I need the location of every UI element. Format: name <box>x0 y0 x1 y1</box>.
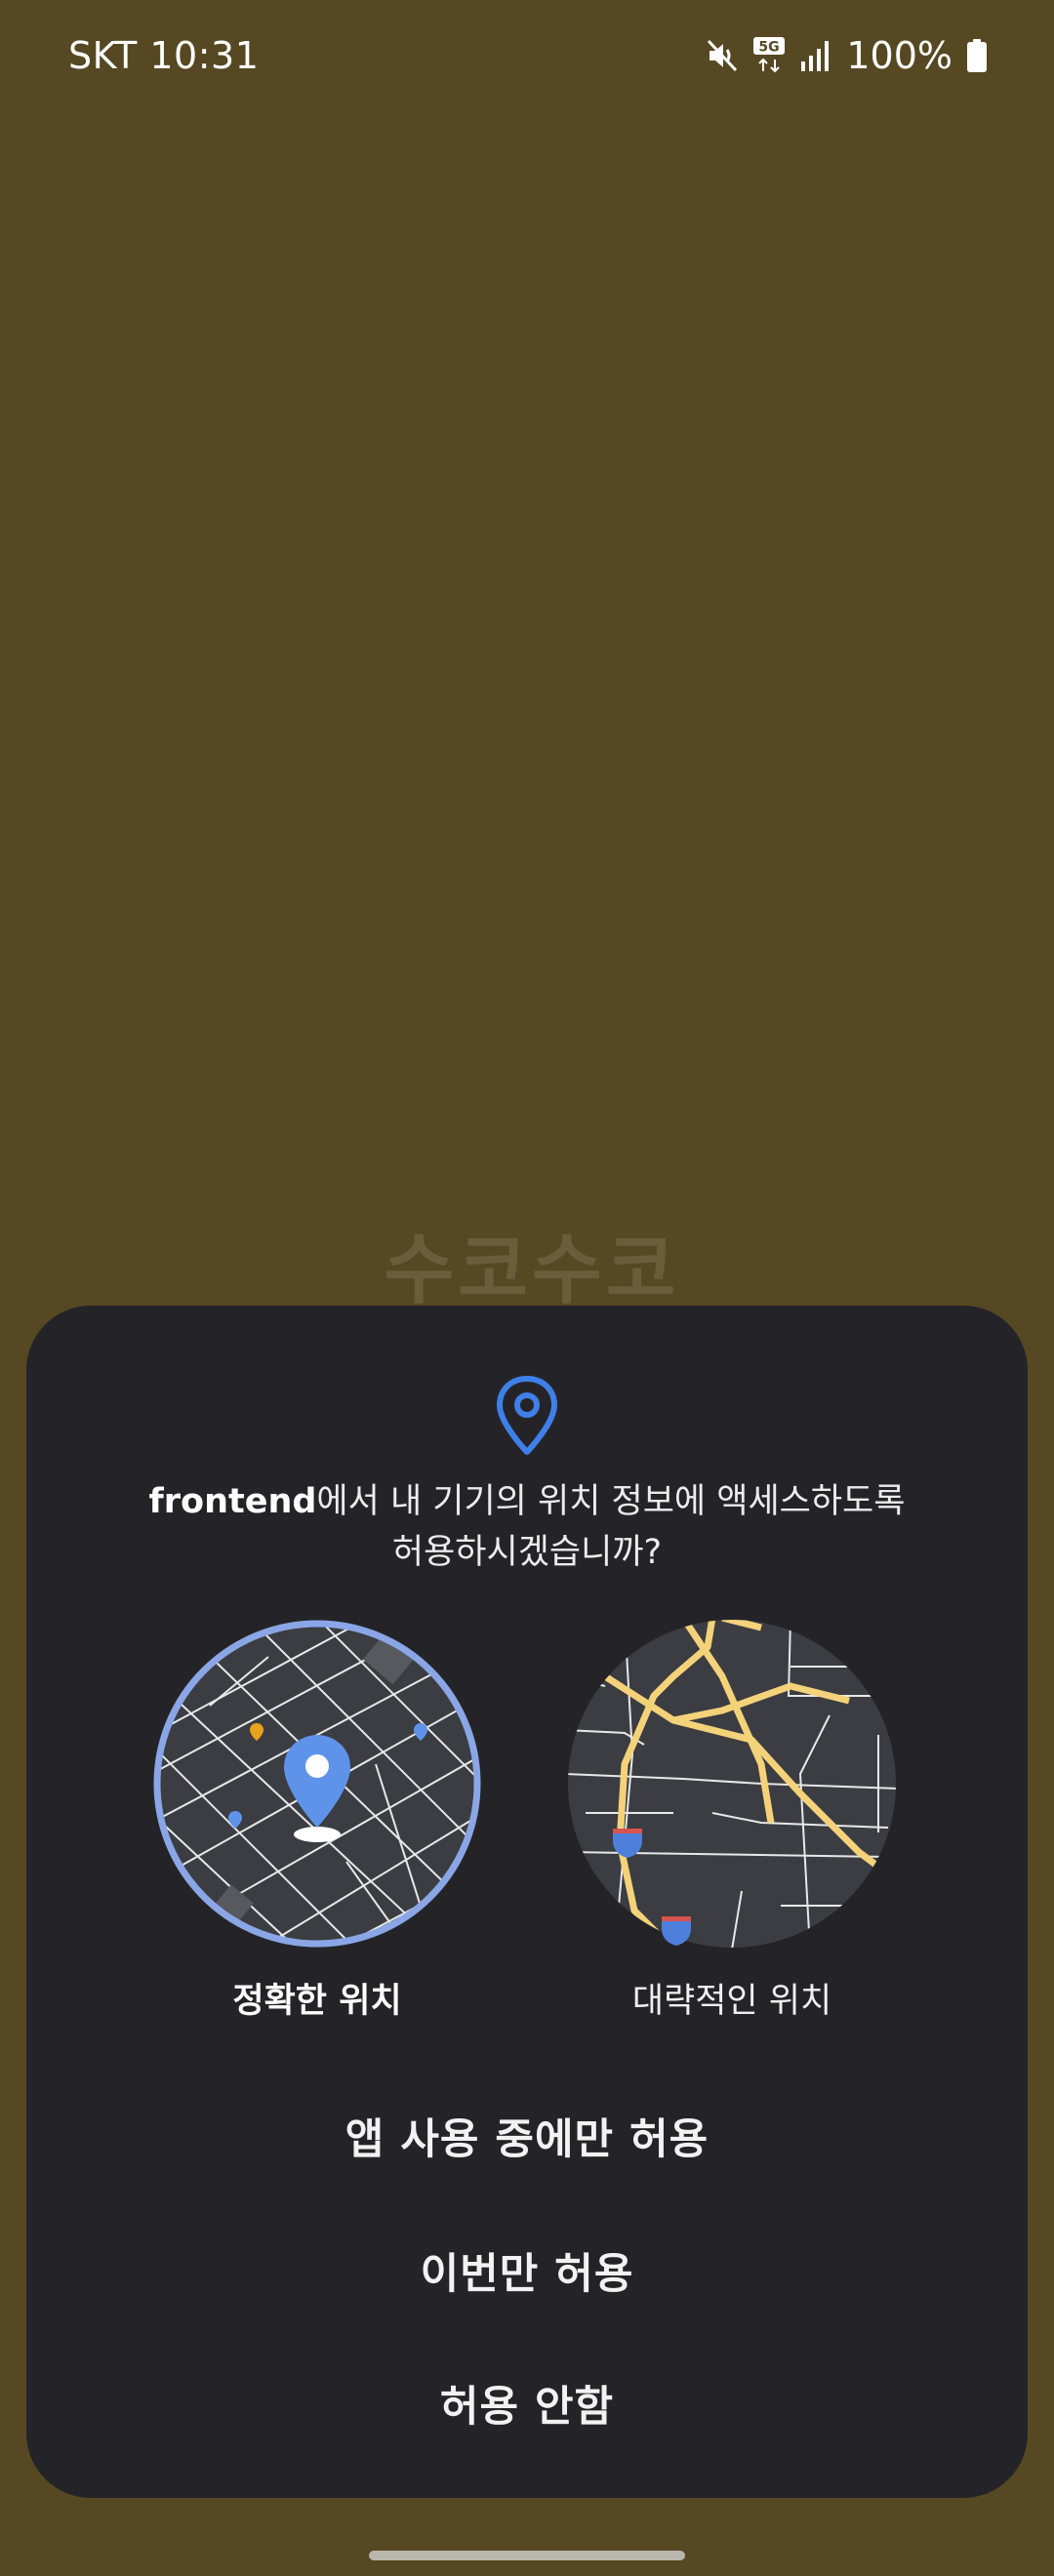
status-time: SKT 10:31 <box>68 34 260 77</box>
status-icons: 5G 100% <box>706 31 988 80</box>
background-app-title: 수코수코 <box>384 1227 680 1314</box>
location-permission-dialog: frontend에서 내 기기의 위치 정보에 액세스하도록 허용하시겠습니까? <box>26 1306 1028 2498</box>
question-text: 에서 내 기기의 위치 정보에 액세스하도록 <box>316 1482 906 1521</box>
approximate-location-label: 대략적인 위치 <box>631 1982 832 2021</box>
mute-icon <box>708 39 738 72</box>
battery-percentage: 100% <box>846 34 953 77</box>
approximate-location-option[interactable]: 대략적인 위치 <box>566 1618 898 2028</box>
signal-icon <box>801 41 830 71</box>
precise-location-map <box>153 1620 481 1948</box>
status-bar: SKT 10:31 5G 100% <box>0 0 1054 112</box>
home-indicator[interactable] <box>369 2551 685 2560</box>
precise-location-option[interactable]: 정확한 위치 <box>151 1618 483 2028</box>
network-type-label: 5G <box>759 40 780 56</box>
deny-button[interactable]: 허용 안함 <box>26 2354 1028 2461</box>
allow-while-using-button[interactable]: 앱 사용 중에만 허용 <box>26 2086 1028 2194</box>
permission-question: frontend에서 내 기기의 위치 정보에 액세스하도록 허용하시겠습니까? <box>65 1476 989 1578</box>
app-name: frontend <box>148 1482 317 1521</box>
battery-icon <box>967 39 987 72</box>
location-pin-icon <box>497 1376 557 1455</box>
allow-only-this-time-button[interactable]: 이번만 허용 <box>26 2221 1028 2328</box>
question-text-line2: 허용하시겠습니까? <box>391 1533 663 1572</box>
approximate-location-map <box>568 1620 896 1948</box>
5g-icon: 5G <box>753 37 786 73</box>
precise-location-label: 정확한 위치 <box>232 1982 402 2021</box>
